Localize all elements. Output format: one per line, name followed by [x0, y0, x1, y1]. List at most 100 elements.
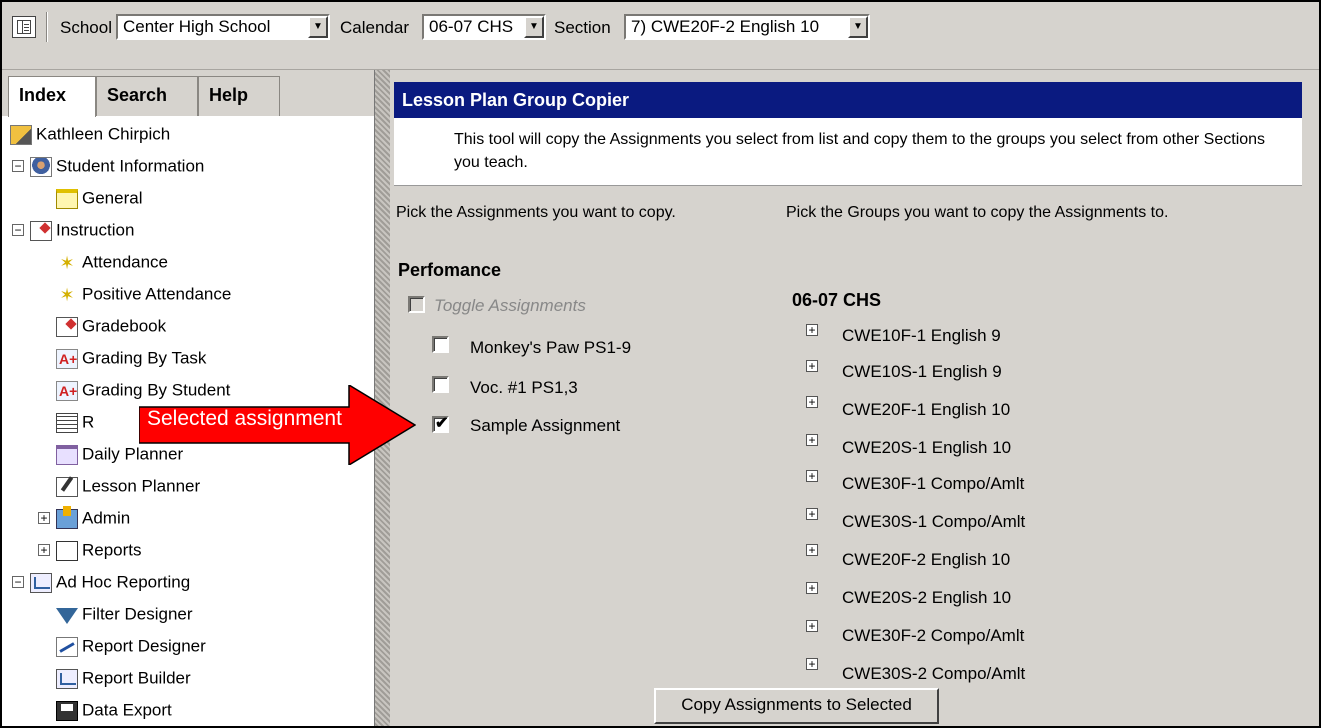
chevron-down-icon[interactable]: ▼	[524, 16, 544, 38]
calendar-icon	[56, 444, 78, 465]
tree-item-student-information[interactable]: Student Information	[30, 154, 204, 178]
expand-icon[interactable]: +	[806, 434, 818, 446]
selected-assignment-callout: Selected assignment	[139, 385, 416, 465]
checkmark-icon: ✔	[435, 415, 449, 432]
filter-icon	[56, 607, 78, 624]
chevron-down-icon[interactable]: ▼	[848, 16, 868, 38]
app-window: School Center High School ▼ Calendar 06-…	[0, 0, 1321, 728]
assignment-label: Voc. #1 PS1,3	[470, 378, 578, 397]
collapse-icon[interactable]: −	[12, 576, 24, 588]
gradebook-icon	[56, 316, 78, 337]
group-item[interactable]: CWE30S-1 Compo/Amlt	[842, 512, 1025, 532]
tool-description: This tool will copy the Assignments you …	[394, 118, 1302, 186]
group-item[interactable]: CWE20S-2 English 10	[842, 588, 1011, 608]
assignment-checkbox-0[interactable]	[432, 336, 449, 353]
tree-item-gradebook[interactable]: Gradebook	[56, 314, 166, 338]
tree-item-ad-hoc-reporting[interactable]: Ad Hoc Reporting	[30, 570, 190, 594]
calendar-select-value: 06-07 CHS	[429, 17, 514, 36]
calendar-select[interactable]: 06-07 CHS ▼	[422, 14, 546, 40]
report-designer-icon	[56, 636, 78, 657]
expand-icon[interactable]: +	[38, 544, 50, 556]
school-select[interactable]: Center High School ▼	[116, 14, 330, 40]
school-select-value: Center High School	[123, 17, 271, 36]
expand-icon[interactable]: +	[806, 470, 818, 482]
expand-icon[interactable]: +	[806, 360, 818, 372]
tree-item-filter-designer[interactable]: Filter Designer	[56, 602, 193, 626]
tree-item-r[interactable]: R	[56, 410, 94, 434]
tab-search[interactable]: Search	[96, 76, 198, 116]
group-item[interactable]: CWE30F-1 Compo/Amlt	[842, 474, 1024, 494]
tree-item-reports[interactable]: Reports	[56, 538, 142, 562]
grading-icon: A+	[56, 348, 78, 369]
tree-item-positive-attendance[interactable]: ✶ Positive Attendance	[56, 282, 231, 306]
collapse-icon[interactable]: −	[12, 224, 24, 236]
expand-icon[interactable]: +	[806, 620, 818, 632]
tree-item-data-export[interactable]: Data Export	[56, 698, 172, 722]
chevron-down-icon[interactable]: ▼	[308, 16, 328, 38]
copy-assignments-button[interactable]: Copy Assignments to Selected Groups	[654, 688, 939, 726]
tree-item-report-designer[interactable]: Report Designer	[56, 634, 206, 658]
category-heading: Perfomance	[398, 260, 502, 280]
group-item[interactable]: CWE30F-2 Compo/Amlt	[842, 626, 1024, 646]
calendar-label: Calendar	[340, 18, 409, 37]
toolbar: School Center High School ▼ Calendar 06-…	[2, 2, 1319, 70]
chart-icon	[30, 572, 52, 593]
group-item[interactable]: CWE10S-1 English 9	[842, 362, 1002, 382]
expand-icon[interactable]: +	[806, 544, 818, 556]
folder-icon	[56, 188, 78, 209]
calendar-heading: 06-07 CHS	[792, 290, 882, 310]
school-label: School	[60, 18, 112, 37]
expand-icon[interactable]: +	[38, 512, 50, 524]
page-title: Lesson Plan Group Copier	[394, 82, 1302, 118]
group-item[interactable]: CWE10F-1 English 9	[842, 326, 1001, 346]
callout-text: Selected assignment	[147, 407, 342, 430]
tree-item-grading-by-task[interactable]: A+ Grading By Task	[56, 346, 206, 370]
section-select-value: 7) CWE20F-2 English 10	[631, 17, 820, 36]
tree-item-instruction[interactable]: Instruction	[30, 218, 134, 242]
group-item[interactable]: CWE20F-2 English 10	[842, 550, 1010, 570]
expand-icon[interactable]: +	[806, 396, 818, 408]
pencil-icon	[56, 476, 78, 497]
main-panel: Lesson Plan Group Copier This tool will …	[390, 70, 1319, 726]
expand-icon[interactable]: +	[806, 508, 818, 520]
grid-icon	[56, 412, 78, 433]
section-select[interactable]: 7) CWE20F-2 English 10 ▼	[624, 14, 870, 40]
expand-icon[interactable]: +	[806, 658, 818, 670]
toggle-assignments-checkbox	[408, 296, 425, 313]
tree-item-user[interactable]: Kathleen Chirpich	[10, 122, 170, 146]
chart-icon	[56, 668, 78, 689]
tree-item-lesson-planner[interactable]: Lesson Planner	[56, 474, 200, 498]
document-icon	[56, 540, 78, 561]
toolbar-divider	[46, 12, 48, 42]
expand-icon[interactable]: +	[806, 582, 818, 594]
attendance-icon: ✶	[59, 252, 75, 273]
assignments-instruction: Pick the Assignments you want to copy.	[396, 204, 676, 221]
student-icon	[30, 156, 52, 177]
assignment-checkbox-2[interactable]: ✔	[432, 415, 449, 433]
tree-item-general[interactable]: General	[56, 186, 142, 210]
assignment-label: Monkey's Paw PS1-9	[470, 338, 632, 357]
user-icon	[10, 124, 32, 145]
tab-index[interactable]: Index	[8, 76, 96, 117]
panel-toggle-icon[interactable]	[12, 16, 36, 38]
assignment-label: Sample Assignment	[470, 416, 621, 435]
instruction-icon	[30, 220, 52, 241]
group-item[interactable]: CWE20S-1 English 10	[842, 438, 1011, 458]
tree-item-report-builder[interactable]: Report Builder	[56, 666, 191, 690]
admin-icon	[56, 505, 78, 529]
toggle-assignments-label: Toggle Assignments	[434, 296, 586, 315]
expand-icon[interactable]: +	[806, 324, 818, 336]
tree-item-admin[interactable]: Admin	[56, 505, 130, 530]
attendance-icon: ✶	[59, 284, 75, 305]
groups-instruction: Pick the Groups you want to copy the Ass…	[786, 204, 1169, 221]
save-disk-icon	[56, 700, 78, 721]
nav-tabs: Index Search Help	[2, 70, 374, 117]
grading-icon: A+	[56, 380, 78, 401]
collapse-icon[interactable]: −	[12, 160, 24, 172]
assignment-checkbox-1[interactable]	[432, 376, 449, 393]
tab-help[interactable]: Help	[198, 76, 280, 116]
section-label: Section	[554, 18, 611, 37]
group-item[interactable]: CWE20F-1 English 10	[842, 400, 1010, 420]
group-item[interactable]: CWE30S-2 Compo/Amlt	[842, 664, 1025, 684]
tree-item-attendance[interactable]: ✶ Attendance	[56, 250, 168, 274]
